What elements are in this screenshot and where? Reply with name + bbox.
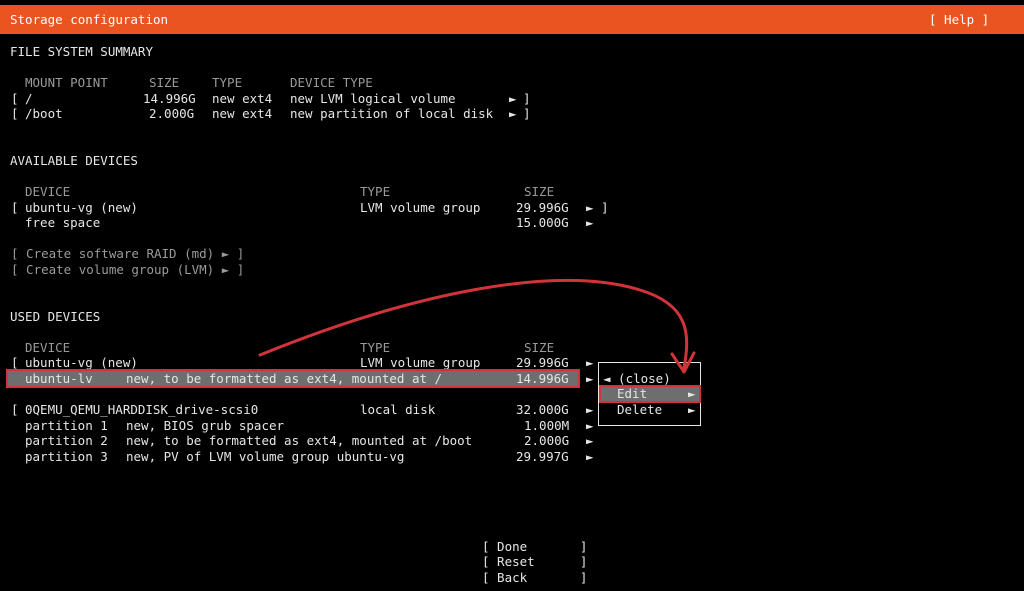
annotation-arrow-icon [258, 278, 696, 374]
reset-button[interactable]: [ Reset ] [482, 554, 587, 570]
done-button[interactable]: [ Done ] [482, 539, 587, 555]
back-button[interactable]: [ Back ] [482, 570, 587, 586]
